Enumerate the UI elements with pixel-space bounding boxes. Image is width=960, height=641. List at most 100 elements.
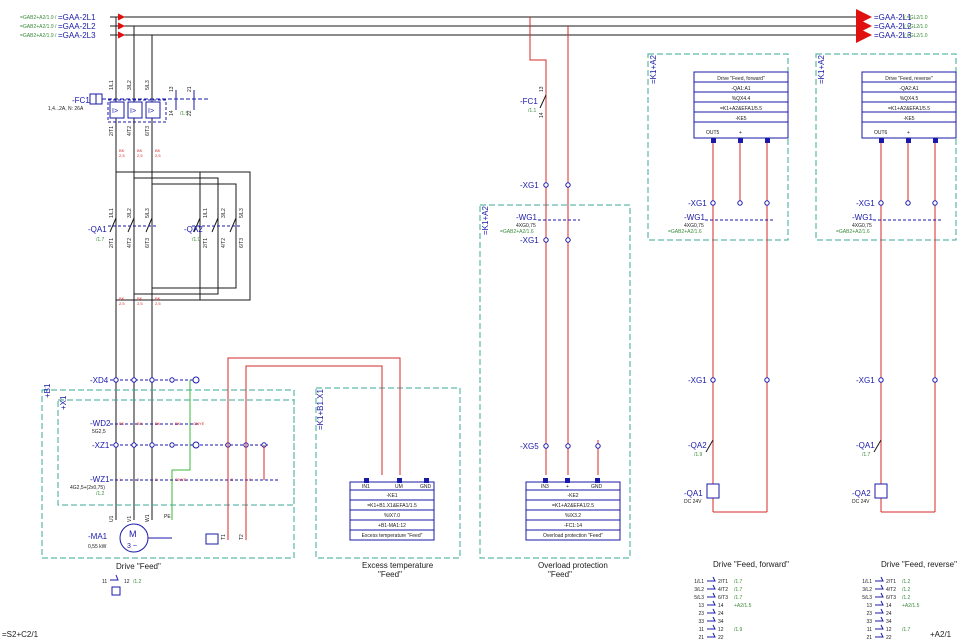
- svg-text:%IX7.0: %IX7.0: [384, 513, 400, 519]
- contact-symbol: [707, 584, 716, 590]
- qa1-ref: /1.7: [96, 237, 105, 243]
- svg-text:DC 24V: DC 24V: [684, 499, 702, 505]
- overload-terminals: [538, 182, 601, 449]
- svg-text:GND: GND: [591, 484, 603, 490]
- svg-text:13: 13: [539, 86, 545, 92]
- contact-symbol: [875, 608, 884, 614]
- contact-from: 13: [698, 603, 704, 609]
- contact-ref: +A2/1.5: [734, 603, 752, 609]
- svg-text:2/T1: 2/T1: [109, 238, 115, 248]
- contact-ref: /1.7: [734, 587, 743, 593]
- svg-text:BK: BK: [155, 421, 161, 426]
- fc1-aux-ref: /1.1: [528, 108, 537, 114]
- svg-text:UM: UM: [395, 484, 403, 490]
- svg-text:2,5: 2,5: [137, 301, 143, 306]
- svg-text:=K1+A2&EFA1/5.5: =K1+A2&EFA1/5.5: [720, 106, 762, 112]
- xg1-overload-bottom: -XG1: [520, 236, 539, 245]
- svg-text:+: +: [566, 484, 569, 490]
- contact-from: 11: [699, 627, 704, 633]
- contact-from: 21: [698, 635, 704, 641]
- contact-to: 2/T1: [886, 579, 896, 585]
- svg-text:2,5: 2,5: [155, 301, 161, 306]
- svg-text:BK: BK: [119, 421, 125, 426]
- svg-text:Excess temperature "Feed": Excess temperature "Feed": [362, 533, 423, 539]
- busbar-ref-l1: =GAB2+A2/1.9 /: [20, 15, 57, 21]
- contact-ref: +A2/1.5: [902, 603, 920, 609]
- wg1-ref: =GAB2+A2/1.6: [500, 229, 534, 235]
- svg-text:-KE2: -KE2: [567, 493, 578, 499]
- ma1-motor: M 3 ~ -MA1 0,55 kW U1 V1 W1 PE: [88, 514, 172, 553]
- contact-symbol: [875, 624, 884, 630]
- svg-text:4/T2: 4/T2: [221, 238, 227, 248]
- contact-to: 34: [886, 619, 892, 625]
- svg-text:-QA1: -QA1: [856, 441, 875, 450]
- pe-wire: [171, 380, 191, 520]
- svg-text:I>: I>: [130, 108, 136, 115]
- schematic-sheet: =GAB2+A2/1.9 / =GAA-2L1 =GAB2+A2/1.9 / =…: [0, 0, 960, 641]
- svg-text:%IX3.2: %IX3.2: [565, 513, 581, 519]
- svg-text:+: +: [907, 130, 910, 136]
- location-k1a2-overload: =K1+A2: [481, 206, 490, 235]
- caption-excess-1: Excess temperature: [362, 561, 434, 570]
- schematic-canvas: =GAB2+A2/1.9 / =GAA-2L1 =GAB2+A2/1.9 / =…: [2, 9, 957, 641]
- fwd-terminals: [705, 200, 775, 383]
- svg-text:21: 21: [187, 86, 193, 92]
- svg-text:=K1+A2&EFA1/5.5: =K1+A2&EFA1/5.5: [888, 106, 930, 112]
- svg-text:I>: I>: [148, 108, 154, 115]
- contact-to: 24: [718, 611, 724, 617]
- svg-text:/1.9: /1.9: [694, 452, 703, 458]
- busbar-labels-right: =GAA-2L1 / =GL2/1.0 =GAA-2L2 / =GL2/1.0 …: [874, 13, 928, 40]
- contact-ref: /1.9: [734, 627, 743, 633]
- svg-text:BK: BK: [137, 421, 143, 426]
- busbar-name-l2: =GAA-2L2: [58, 22, 96, 31]
- wg1-rev: -WG1: [852, 213, 873, 222]
- svg-text:Overload protection "Feed": Overload protection "Feed": [543, 533, 603, 539]
- svg-text:1/L1: 1/L1: [109, 208, 115, 218]
- fc1-motor-protector: I> I> I> -FC1 1,4...2A, N: 26A /1.5: [48, 90, 210, 123]
- svg-text:-QA2:A1: -QA2:A1: [899, 86, 918, 92]
- wg1-fwd: -WG1: [684, 213, 705, 222]
- contact-to: 12: [718, 627, 724, 633]
- busbar-name-l1: =GAA-2L1: [58, 13, 96, 22]
- contact-ref: /1.2: [902, 587, 911, 593]
- fc1-rating: 1,4...2A, N: 26A: [48, 106, 84, 112]
- svg-text:3/L2: 3/L2: [127, 80, 133, 90]
- svg-text:6/T3: 6/T3: [145, 126, 151, 136]
- svg-text:22: 22: [187, 110, 193, 116]
- svg-text:/1.2: /1.2: [133, 579, 142, 585]
- svg-text:%QX4.4: %QX4.4: [732, 96, 751, 102]
- contact-from: 3/L2: [862, 587, 872, 593]
- svg-text:4/T2: 4/T2: [127, 238, 133, 248]
- svg-text:PE: PE: [164, 514, 171, 520]
- location-k1a2-rev: =K1+A2: [817, 55, 826, 84]
- svg-text:3/L2: 3/L2: [221, 208, 227, 218]
- svg-text:-QA1:A1: -QA1:A1: [731, 86, 750, 92]
- svg-text:T1: T1: [221, 534, 227, 540]
- svg-text:W1: W1: [145, 514, 151, 522]
- contact-symbol: [707, 608, 716, 614]
- wd2-spec: 5G2,5: [92, 429, 106, 435]
- svg-text:OUT6: OUT6: [874, 130, 888, 136]
- contact-ref: /1.2: [902, 595, 911, 601]
- contact-symbol: [707, 600, 716, 606]
- caption-rev: Drive "Feed, reverse": [881, 560, 957, 569]
- svg-text:2: 2: [137, 477, 140, 482]
- xg1-rev-bottom: -XG1: [856, 376, 875, 385]
- busbar-ref-l3: =GAB2+A2/1.9 /: [20, 33, 57, 39]
- svg-text:U1: U1: [109, 515, 115, 522]
- svg-text:GNYE: GNYE: [175, 477, 187, 482]
- wd2-name: -WD2: [90, 419, 111, 428]
- ma1-power: 0,55 kW: [88, 544, 107, 550]
- contact-table-rev: 1/L1 2/T1/1.2 3/L2 4/T2/1.2 5/L3 6/T3/1.2 13 14…: [862, 576, 920, 641]
- qa1-name: -QA1: [88, 225, 107, 234]
- busbar-name-l3: =GAA-2L3: [58, 31, 96, 40]
- contact-ref: /1.7: [902, 627, 911, 633]
- svg-text:14: 14: [169, 110, 175, 116]
- contact-from: 11: [867, 627, 872, 633]
- rev-terminals: [873, 200, 943, 383]
- svg-text:-KE5: -KE5: [903, 116, 914, 122]
- contact-from: 3/L2: [694, 587, 704, 593]
- contact-from: 21: [866, 635, 872, 641]
- xg1-fwd-top: -XG1: [688, 199, 707, 208]
- svg-text:=K1+A2&EFA1/2.5: =K1+A2&EFA1/2.5: [552, 503, 594, 509]
